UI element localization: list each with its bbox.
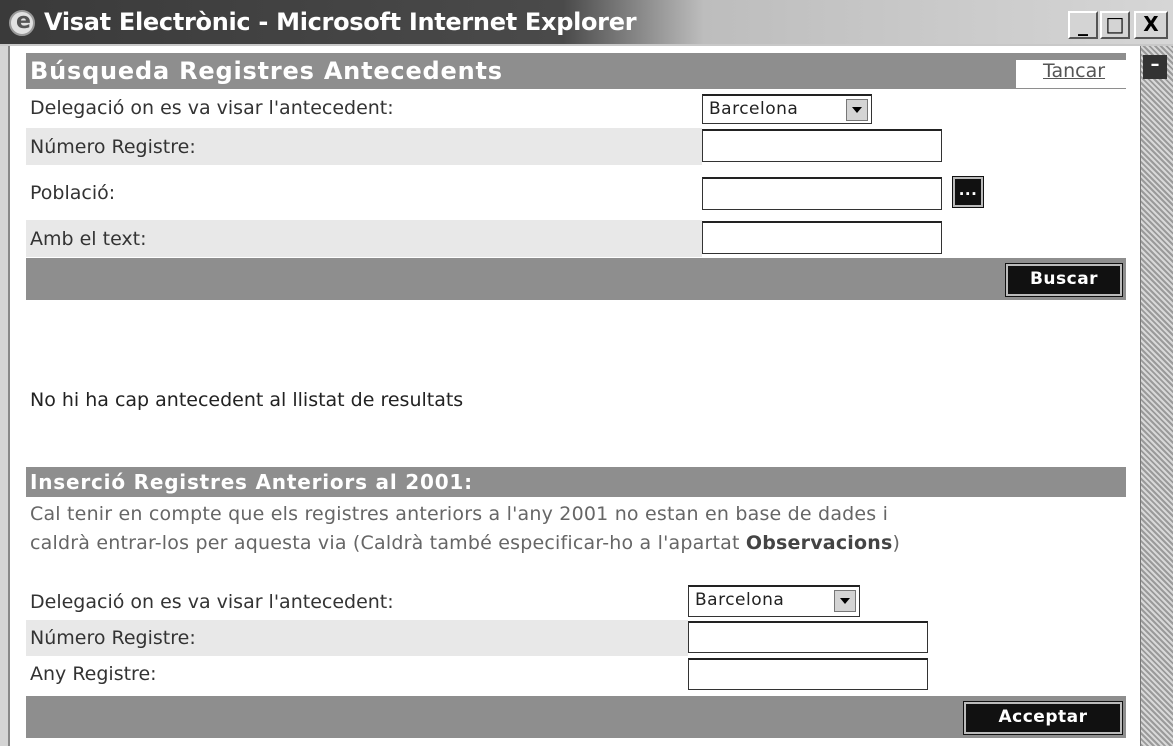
insert-note-text: caldrà entrar-los per aquesta via (Caldr… (30, 532, 746, 554)
insert-year-label: Any Registre: (30, 663, 157, 685)
search-action-bar (26, 258, 1126, 300)
insert-number-label: Número Registre: (30, 627, 196, 649)
town-lookup-button[interactable]: ... (952, 176, 984, 208)
search-text-label: Amb el text: (30, 228, 147, 250)
maximize-button[interactable]: □ (1100, 11, 1130, 39)
insert-note-close: ) (892, 532, 901, 554)
search-delegation-select[interactable]: Barcelona (702, 94, 872, 124)
search-delegation-value: Barcelona (709, 99, 799, 119)
search-town-label: Població: (30, 182, 116, 204)
window-frame (0, 46, 10, 746)
insert-delegation-select[interactable]: Barcelona (688, 585, 860, 617)
window-title: Visat Electrònic - Microsoft Internet Ex… (44, 8, 637, 36)
insert-note-line1: Cal tenir en compte que els registres an… (30, 503, 889, 525)
observacions-emphasis: Observacions (745, 532, 893, 554)
dropdown-arrow-icon (834, 590, 856, 612)
search-section-title: Búsqueda Registres Antecedents (30, 57, 503, 85)
search-town-input[interactable] (702, 177, 942, 210)
insert-note-line2: caldrà entrar-los per aquesta via (Caldr… (30, 532, 900, 554)
search-delegation-label: Delegació on es va visar l'antecedent: (30, 97, 394, 119)
search-button[interactable]: Buscar (1005, 263, 1123, 297)
search-section-header: Búsqueda Registres Antecedents (26, 53, 1126, 89)
close-link-area: Tancar (1016, 60, 1128, 88)
dropdown-arrow-icon (846, 99, 868, 121)
insert-year-input[interactable] (688, 658, 928, 690)
insert-section-title: Inserció Registres Anteriors al 2001: (30, 470, 473, 494)
insert-delegation-label: Delegació on es va visar l'antecedent: (30, 591, 394, 613)
close-link[interactable]: Tancar (1043, 60, 1105, 82)
close-button[interactable]: X (1134, 11, 1168, 39)
minimize-button[interactable]: _ (1068, 11, 1098, 39)
search-number-input[interactable] (702, 129, 942, 162)
results-message: No hi ha cap antecedent al llistat de re… (30, 389, 464, 411)
insert-delegation-value: Barcelona (695, 590, 785, 610)
scroll-collapse-button[interactable]: – (1143, 55, 1167, 79)
search-text-input[interactable] (702, 221, 942, 254)
internet-explorer-icon (9, 9, 35, 36)
insert-action-bar (26, 696, 1126, 738)
vertical-scrollbar[interactable] (1140, 46, 1173, 746)
insert-number-input[interactable] (688, 621, 928, 653)
search-number-label: Número Registre: (30, 136, 196, 158)
accept-button[interactable]: Acceptar (963, 701, 1123, 735)
insert-section-header: Inserció Registres Anteriors al 2001: (26, 467, 1126, 497)
